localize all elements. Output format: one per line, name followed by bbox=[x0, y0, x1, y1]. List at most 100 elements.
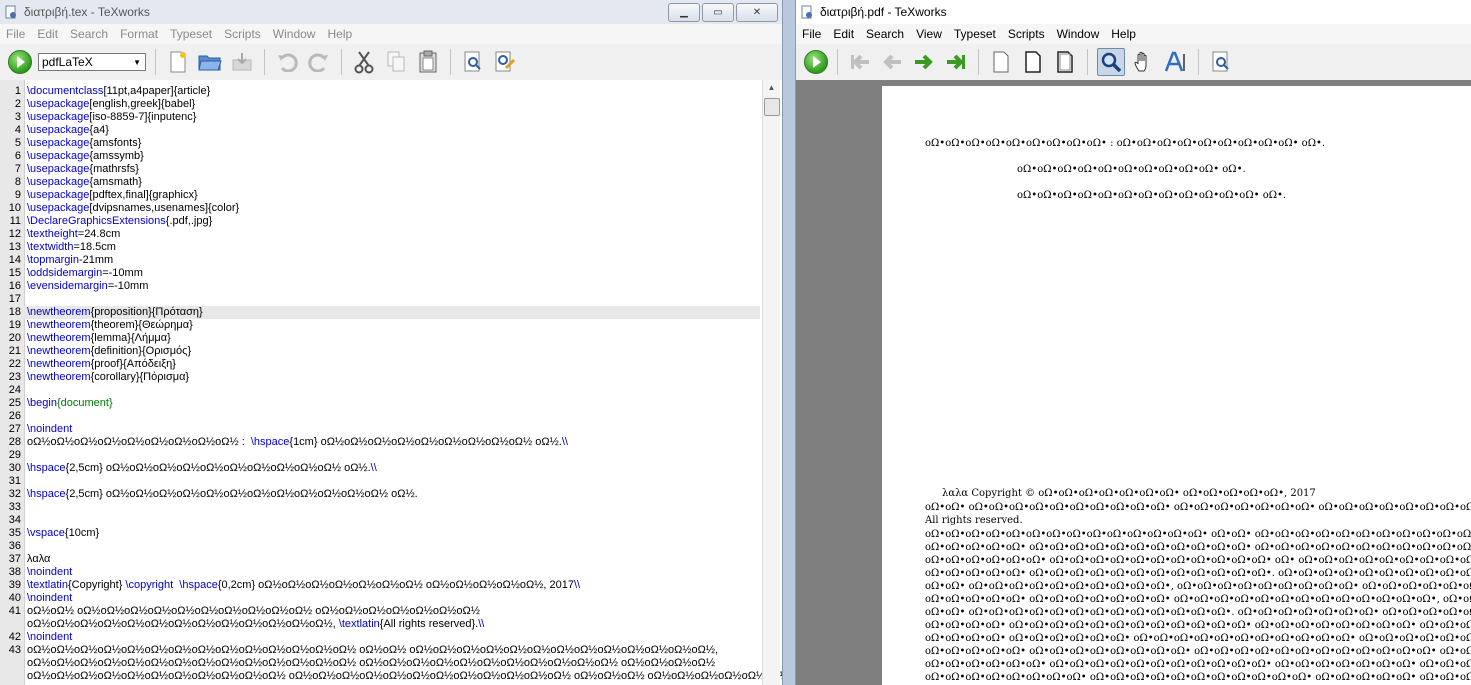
menu-scripts[interactable]: Scripts bbox=[1004, 27, 1053, 41]
code-line[interactable]: 30 \hspace{2,5cm} oΩ½oΩ½oΩ½oΩ½oΩ½oΩ½oΩ½oΩ… bbox=[9, 462, 760, 475]
code-line[interactable]: 38 \noindent bbox=[9, 566, 760, 579]
code-line[interactable]: 41 oΩ½oΩ½ oΩ½oΩ½oΩ½oΩ½oΩ½oΩ½oΩ½oΩ½oΩ½oΩ½ … bbox=[9, 605, 760, 618]
code-line[interactable]: oΩ½oΩ½oΩ½oΩ½oΩ½oΩ½oΩ½oΩ½oΩ½oΩ½oΩ½ oΩ½oΩ½… bbox=[24, 670, 782, 683]
code-line[interactable]: 22 \newtheorem{proof}{Απόδειξη} bbox=[9, 358, 760, 371]
new-document-button[interactable] bbox=[165, 49, 191, 75]
scroll-tool-button[interactable] bbox=[1131, 49, 1157, 75]
open-button[interactable] bbox=[197, 49, 223, 75]
code-line[interactable]: 28 oΩ½oΩ½oΩ½oΩ½oΩ½oΩ½oΩ½oΩ½oΩ½ : \hspace{… bbox=[9, 436, 760, 449]
menu-edit[interactable]: Edit bbox=[33, 27, 66, 41]
code-line[interactable]: 29 bbox=[9, 449, 760, 462]
close-button[interactable]: ✕ bbox=[736, 2, 778, 22]
code-text: \documentclass[11pt,a4paper]{article} bbox=[27, 85, 211, 97]
maximize-button[interactable]: ▭ bbox=[702, 2, 734, 22]
editor-vertical-scrollbar[interactable]: ▲ bbox=[762, 80, 780, 685]
code-line[interactable]: 4 \usepackage{a4} bbox=[15, 124, 760, 137]
paste-button[interactable] bbox=[415, 49, 441, 75]
code-line[interactable]: 6 \usepackage{amssymb} bbox=[15, 150, 760, 163]
select-text-button[interactable] bbox=[1163, 49, 1189, 75]
code-line[interactable]: 36 bbox=[9, 540, 760, 553]
menu-edit[interactable]: Edit bbox=[829, 27, 862, 41]
code-line[interactable]: 40 \noindent bbox=[9, 592, 760, 605]
magnify-tool-button[interactable] bbox=[1097, 48, 1125, 76]
find-button[interactable] bbox=[460, 49, 486, 75]
code-line[interactable]: 27 \noindent bbox=[9, 423, 760, 436]
menu-search[interactable]: Search bbox=[66, 27, 116, 41]
menu-help[interactable]: Help bbox=[1107, 27, 1144, 41]
source-editor[interactable]: 1 \documentclass[11pt,a4paper]{article} 2 \… bbox=[0, 80, 782, 685]
menu-file[interactable]: File bbox=[798, 27, 829, 41]
redo-button[interactable] bbox=[306, 49, 332, 75]
code-line[interactable]: 11 \DeclareGraphicsExtensions{.pdf,.jpg} bbox=[10, 215, 760, 228]
engine-select[interactable]: pdfLaTeX ▼ bbox=[38, 53, 146, 71]
scroll-thumb[interactable] bbox=[764, 98, 780, 116]
minimize-button[interactable]: ▁ bbox=[668, 2, 700, 22]
code-line[interactable]: 23 \newtheorem{corollary}{Πόρισμα} bbox=[9, 371, 760, 384]
menu-window[interactable]: Window bbox=[269, 27, 324, 41]
replace-button[interactable] bbox=[492, 49, 518, 75]
first-page-button[interactable] bbox=[847, 49, 873, 75]
cut-button[interactable] bbox=[351, 49, 377, 75]
next-page-button[interactable] bbox=[911, 49, 937, 75]
menu-view[interactable]: View bbox=[912, 27, 950, 41]
fit-width-button[interactable] bbox=[1020, 49, 1046, 75]
menu-help[interactable]: Help bbox=[323, 27, 360, 41]
line-number: 20 bbox=[8, 332, 21, 344]
code-line[interactable]: 18 \newtheorem{proposition}{Πρόταση} bbox=[9, 306, 760, 319]
actual-size-button[interactable] bbox=[988, 49, 1014, 75]
code-line[interactable]: 21 \newtheorem{definition}{Ορισμός} bbox=[9, 345, 760, 358]
undo-button[interactable] bbox=[274, 49, 300, 75]
menu-window[interactable]: Window bbox=[1053, 27, 1108, 41]
fit-window-button[interactable] bbox=[1052, 49, 1078, 75]
menu-typeset[interactable]: Typeset bbox=[166, 27, 220, 41]
code-line[interactable]: 20 \newtheorem{lemma}{Λήμμα} bbox=[9, 332, 760, 345]
code-line[interactable]: 13 \textwidth=18.5cm bbox=[9, 241, 760, 254]
code-line[interactable]: 3 \usepackage[iso-8859-7]{inputenc} bbox=[15, 111, 760, 124]
code-line[interactable]: 10 \usepackage[dvipsnames,usenames]{color… bbox=[9, 202, 760, 215]
code-line[interactable]: 32 \hspace{2,5cm} oΩ½oΩ½oΩ½oΩ½oΩ½oΩ½oΩ½oΩ… bbox=[9, 488, 760, 501]
typeset-run-button[interactable] bbox=[8, 50, 32, 74]
code-line[interactable]: 19 \newtheorem{theorem}{Θεώρημα} bbox=[9, 319, 760, 332]
code-line[interactable]: 7 \usepackage{mathrsfs} bbox=[15, 163, 760, 176]
code-line[interactable]: 9 \usepackage[pdftex,final]{graphicx} bbox=[15, 189, 760, 202]
code-line[interactable]: 8 \usepackage{amsmath} bbox=[15, 176, 760, 189]
code-line[interactable]: 37 λαλα bbox=[9, 553, 760, 566]
code-line[interactable]: 31 bbox=[9, 475, 760, 488]
code-line[interactable]: 34 bbox=[9, 514, 760, 527]
scroll-up-icon[interactable]: ▲ bbox=[763, 80, 780, 95]
code-line[interactable]: 5 \usepackage{amsfonts} bbox=[15, 137, 760, 150]
code-line[interactable]: 24 bbox=[9, 384, 760, 397]
code-line[interactable]: 16 \evensidemargin=-10mm bbox=[9, 280, 760, 293]
code-line[interactable]: oΩ½oΩ½oΩ½oΩ½oΩ½oΩ½oΩ½oΩ½oΩ½oΩ½oΩ½oΩ½oΩ½o… bbox=[24, 657, 760, 670]
code-line[interactable]: 14 \topmargin-21mm bbox=[9, 254, 760, 267]
typeset-run-button[interactable] bbox=[804, 50, 828, 74]
pdf-viewer[interactable]: oΩ•oΩ•oΩ•oΩ•oΩ•oΩ•oΩ•oΩ•oΩ• : oΩ•oΩ•oΩ•o… bbox=[796, 80, 1471, 685]
code-line[interactable]: 15 \oddsidemargin=-10mm bbox=[9, 267, 760, 280]
code-line[interactable]: 39 \textlatin{Copyright} \copyright \hspa… bbox=[9, 579, 760, 592]
find-button[interactable] bbox=[1208, 49, 1234, 75]
code-line[interactable]: 33 bbox=[9, 501, 760, 514]
code-line[interactable]: 12 \textheight=24.8cm bbox=[9, 228, 760, 241]
code-line[interactable]: oΩ½oΩ½oΩ½oΩ½oΩ½oΩ½oΩ½oΩ½oΩ½oΩ½oΩ½oΩ½oΩ½,… bbox=[24, 618, 760, 631]
menu-search[interactable]: Search bbox=[862, 27, 912, 41]
line-number: 19 bbox=[8, 319, 21, 331]
copy-button[interactable] bbox=[383, 49, 409, 75]
code-line[interactable]: 17 bbox=[9, 293, 760, 306]
code-line[interactable]: 25 \begin{document} bbox=[9, 397, 760, 410]
source-code[interactable]: 1 \documentclass[11pt,a4paper]{article} 2 \… bbox=[9, 85, 782, 683]
code-line[interactable]: 26 bbox=[9, 410, 760, 423]
code-line[interactable]: 42 \noindent bbox=[9, 631, 760, 644]
menu-typeset[interactable]: Typeset bbox=[950, 27, 1004, 41]
code-line[interactable]: 1 \documentclass[11pt,a4paper]{article} bbox=[15, 85, 760, 98]
code-line[interactable]: 35 \vspace{10cm} bbox=[9, 527, 760, 540]
menu-scripts[interactable]: Scripts bbox=[220, 27, 269, 41]
menu-format[interactable]: Format bbox=[116, 27, 166, 41]
previous-page-button[interactable] bbox=[879, 49, 905, 75]
code-line[interactable]: 2 \usepackage[english,greek]{babel} bbox=[15, 98, 760, 111]
last-page-button[interactable] bbox=[943, 49, 969, 75]
pdf-page[interactable]: oΩ•oΩ•oΩ•oΩ•oΩ•oΩ•oΩ•oΩ•oΩ• : oΩ•oΩ•oΩ•o… bbox=[882, 86, 1471, 685]
code-line[interactable]: 43 oΩ½oΩ½oΩ½oΩ½oΩ½oΩ½oΩ½oΩ½oΩ½oΩ½oΩ½oΩ½oΩ… bbox=[9, 644, 760, 657]
save-button[interactable] bbox=[229, 49, 255, 75]
menu-file[interactable]: File bbox=[2, 27, 33, 41]
last-page-icon bbox=[947, 54, 965, 70]
